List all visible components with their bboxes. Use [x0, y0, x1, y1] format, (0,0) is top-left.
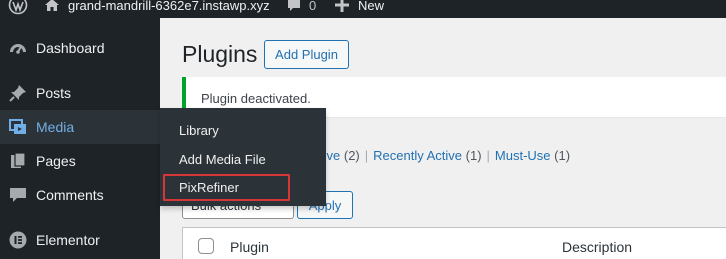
elementor-icon	[8, 230, 28, 250]
filter-inactive-count: (2)	[343, 148, 360, 163]
pages-icon	[8, 151, 28, 171]
admin-bar: grand-mandrill-6362e7.instawp.xyz 0 New	[0, 0, 726, 18]
comments-count[interactable]: 0	[309, 0, 316, 17]
admin-sidebar: Dashboard Posts Media Pages Comments Ele…	[0, 18, 160, 259]
comments-icon[interactable]	[286, 0, 302, 17]
filter-recently-active-link[interactable]: Recently Active	[373, 148, 462, 163]
plugins-table-header: Plugin Description	[182, 227, 726, 259]
sidebar-item-dashboard[interactable]: Dashboard	[0, 31, 160, 65]
sidebar-item-comments[interactable]: Comments	[0, 178, 160, 212]
flyout-pointer	[152, 119, 160, 135]
filter-recently-active-count: (1)	[465, 148, 482, 163]
sidebar-item-label: Comments	[36, 187, 104, 203]
select-all-checkbox[interactable]	[198, 238, 214, 254]
column-header-description: Description	[562, 239, 633, 255]
filter-must-use-link[interactable]: Must-Use	[495, 148, 551, 163]
sidebar-item-pages[interactable]: Pages	[0, 144, 160, 178]
site-name-link[interactable]: grand-mandrill-6362e7.instawp.xyz	[68, 0, 270, 17]
sidebar-item-media[interactable]: Media	[0, 110, 160, 144]
media-icon	[8, 117, 28, 137]
sidebar-item-label: Pages	[36, 153, 76, 169]
new-content-link[interactable]: New	[358, 0, 384, 17]
page-title: Plugins	[182, 41, 258, 67]
submenu-item-add-media-file[interactable]: Add Media File	[179, 152, 266, 167]
highlight-outline	[163, 174, 290, 201]
sidebar-item-label: Media	[36, 119, 75, 135]
site-home-icon[interactable]	[44, 0, 60, 17]
new-plus-icon[interactable]	[335, 0, 349, 17]
sidebar-item-label: Dashboard	[36, 40, 105, 56]
sidebar-item-label: Elementor	[36, 232, 100, 248]
add-plugin-button[interactable]: Add Plugin	[264, 40, 349, 69]
dashboard-icon	[8, 38, 28, 58]
pin-icon	[8, 83, 28, 103]
sidebar-item-posts[interactable]: Posts	[0, 76, 160, 110]
wordpress-logo-icon[interactable]	[8, 0, 28, 17]
sidebar-item-label: Posts	[36, 85, 72, 101]
submenu-item-library[interactable]: Library	[179, 123, 219, 138]
column-header-plugin[interactable]: Plugin	[230, 239, 269, 255]
notice-text: Plugin deactivated.	[201, 91, 311, 106]
comments-icon	[8, 185, 28, 205]
plugin-status-filters: tive (2) | Recently Active (1) | Must-Use (1…	[320, 148, 571, 163]
sidebar-item-elementor[interactable]: Elementor	[0, 223, 160, 257]
filter-must-use-count: (1)	[554, 148, 571, 163]
